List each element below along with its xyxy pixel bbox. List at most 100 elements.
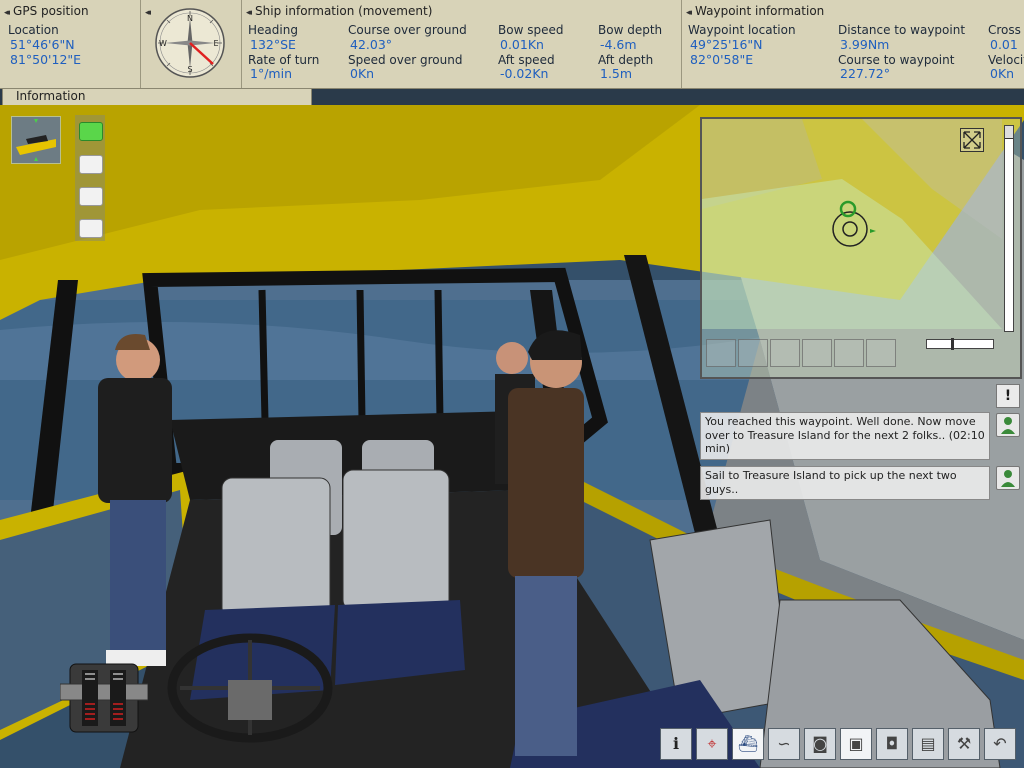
- information-tab[interactable]: Information: [2, 89, 312, 106]
- wrench-icon: ⚒: [956, 734, 972, 753]
- ship-view-button[interactable]: ⛴: [732, 728, 764, 760]
- minimap-zoom-handle[interactable]: [1005, 126, 1013, 139]
- minimap-tools: [706, 339, 916, 369]
- ship-thumbnail-icon: [12, 117, 60, 163]
- svg-text:W: W: [159, 39, 167, 48]
- heading-label: Heading: [248, 23, 298, 37]
- screen-capture-icon: ▣: [848, 734, 864, 753]
- waypoint-panel: ◂◂ Waypoint information Waypoint location…: [682, 0, 1024, 88]
- course-to-waypoint-value: 227.72°: [840, 66, 890, 81]
- rate-of-turn-label: Rate of turn: [248, 53, 320, 67]
- minimap-expand-icon[interactable]: [960, 128, 984, 152]
- waypoint-title: Waypoint information: [695, 4, 825, 18]
- passenger-slots: [75, 115, 105, 241]
- photo-camera-icon: ◘: [885, 734, 899, 753]
- throttle-control[interactable]: [59, 660, 149, 735]
- compass-icon: N S W E: [155, 8, 225, 78]
- collapse-arrow-icon[interactable]: ◂◂: [145, 8, 151, 18]
- ship-panel-header[interactable]: ◂◂ Ship information (movement): [246, 4, 432, 18]
- gps-panel-header[interactable]: ◂◂ GPS position: [4, 4, 89, 18]
- map-pin-button[interactable]: ⌖: [696, 728, 728, 760]
- compass-panel: ◂◂ N S W E: [141, 0, 242, 88]
- latitude-value: 51°46'6"N: [10, 37, 75, 52]
- heading-value: 132°SE: [250, 37, 296, 52]
- info-button[interactable]: i: [660, 728, 692, 760]
- passenger-slot-filled[interactable]: [79, 122, 103, 141]
- throttle-lever-icon: [59, 663, 149, 733]
- rate-of-turn-value: 1°/min: [250, 66, 292, 81]
- logbook-icon: ▤: [920, 734, 936, 753]
- minimap-tool-button[interactable]: [738, 339, 768, 367]
- longitude-value: 81°50'12"E: [10, 52, 82, 67]
- passenger-slot-empty[interactable]: [79, 187, 103, 206]
- waypoint-location-label: Waypoint location: [688, 23, 796, 37]
- bottom-toolbar: i ⌖ ⛴ ∽ ◙ ▣ ◘ ▤ ⚒ ↶: [658, 728, 1024, 764]
- bow-depth-value: -4.6m: [600, 37, 637, 52]
- gps-panel: ◂◂ GPS position Location 51°46'6"N 81°50'…: [0, 0, 141, 88]
- waypoint-panel-header[interactable]: ◂◂ Waypoint information: [686, 4, 824, 18]
- collapse-arrow-icon[interactable]: ◂◂: [246, 8, 252, 18]
- distance-to-waypoint-label: Distance to waypoint: [838, 23, 966, 37]
- info-icon: i: [672, 734, 680, 753]
- rope-icon: ∽: [777, 734, 791, 753]
- instrument-bar: ◂◂ GPS position Location 51°46'6"N 81°50'…: [0, 0, 1024, 89]
- person-icon[interactable]: [996, 413, 1020, 437]
- minimap-tool-button[interactable]: [706, 339, 736, 367]
- svg-text:S: S: [187, 65, 192, 74]
- photo-camera-button[interactable]: ◘: [876, 728, 908, 760]
- passenger-front: [508, 330, 584, 756]
- screen-capture-button[interactable]: ▣: [840, 728, 872, 760]
- ship-title: Ship information (movement): [255, 4, 433, 18]
- person-icon[interactable]: [996, 466, 1020, 490]
- velocity-label: Velocit: [988, 53, 1024, 67]
- minimap-tool-button[interactable]: [866, 339, 896, 367]
- velocity-value: 0Kn: [990, 66, 1015, 81]
- aft-speed-value: -0.02Kn: [500, 66, 549, 81]
- speed-over-ground-value: 0Kn: [350, 66, 375, 81]
- minimap-horizontal-handle[interactable]: [951, 338, 954, 350]
- minimap-tool-button[interactable]: [834, 339, 864, 367]
- gps-title: GPS position: [13, 4, 89, 18]
- aft-speed-label: Aft speed: [498, 53, 555, 67]
- bow-speed-value: 0.01Kn: [500, 37, 544, 52]
- ship-info-panel: ◂◂ Ship information (movement) Heading 13…: [242, 0, 682, 88]
- course-to-waypoint-label: Course to waypoint: [838, 53, 955, 67]
- undo-icon: ↶: [993, 734, 1007, 753]
- cross-track-value: 0.01: [990, 37, 1018, 52]
- waypoint-latitude-value: 49°25'16"N: [690, 37, 763, 52]
- minimap-tool-button[interactable]: [802, 339, 832, 367]
- aft-depth-value: 1.5m: [600, 66, 633, 81]
- map-pin-icon: ⌖: [707, 734, 717, 753]
- collapse-arrow-icon[interactable]: ◂◂: [4, 8, 10, 18]
- aft-depth-label: Aft depth: [598, 53, 654, 67]
- ship-selector-button[interactable]: [11, 116, 61, 164]
- distance-to-waypoint-value: 3.99Nm: [840, 37, 890, 52]
- bow-depth-label: Bow depth: [598, 23, 663, 37]
- minimap-zoom-slider[interactable]: [1004, 125, 1014, 332]
- svg-text:N: N: [187, 14, 193, 23]
- minimap-horizontal-slider[interactable]: [926, 338, 994, 350]
- information-tab-label: Information: [16, 89, 86, 103]
- cross-track-label: Cross: [988, 23, 1021, 37]
- settings-button[interactable]: ⚒: [948, 728, 980, 760]
- speed-over-ground-label: Speed over ground: [348, 53, 463, 67]
- bow-speed-label: Bow speed: [498, 23, 564, 37]
- mission-message: Sail to Treasure Island to pick up the n…: [700, 466, 990, 500]
- minimap-tool-button[interactable]: [770, 339, 800, 367]
- ship-icon: ⛴: [737, 734, 759, 753]
- alert-icon[interactable]: !: [996, 384, 1020, 408]
- course-over-ground-value: 42.03°: [350, 37, 393, 52]
- location-label: Location: [8, 23, 59, 37]
- passenger-slot-empty[interactable]: [79, 155, 103, 174]
- collapse-arrow-icon[interactable]: ◂◂: [686, 8, 692, 18]
- undo-button[interactable]: ↶: [984, 728, 1016, 760]
- svg-text:E: E: [213, 39, 218, 48]
- waypoint-longitude-value: 82°0'58"E: [690, 52, 754, 67]
- rope-button[interactable]: ∽: [768, 728, 800, 760]
- minimap[interactable]: [700, 117, 1022, 379]
- passenger-slot-empty[interactable]: [79, 219, 103, 238]
- minimap-terrain: [702, 119, 1002, 329]
- mission-message: You reached this waypoint. Well done. No…: [700, 412, 990, 460]
- logbook-button[interactable]: ▤: [912, 728, 944, 760]
- film-camera-button[interactable]: ◙: [804, 728, 836, 760]
